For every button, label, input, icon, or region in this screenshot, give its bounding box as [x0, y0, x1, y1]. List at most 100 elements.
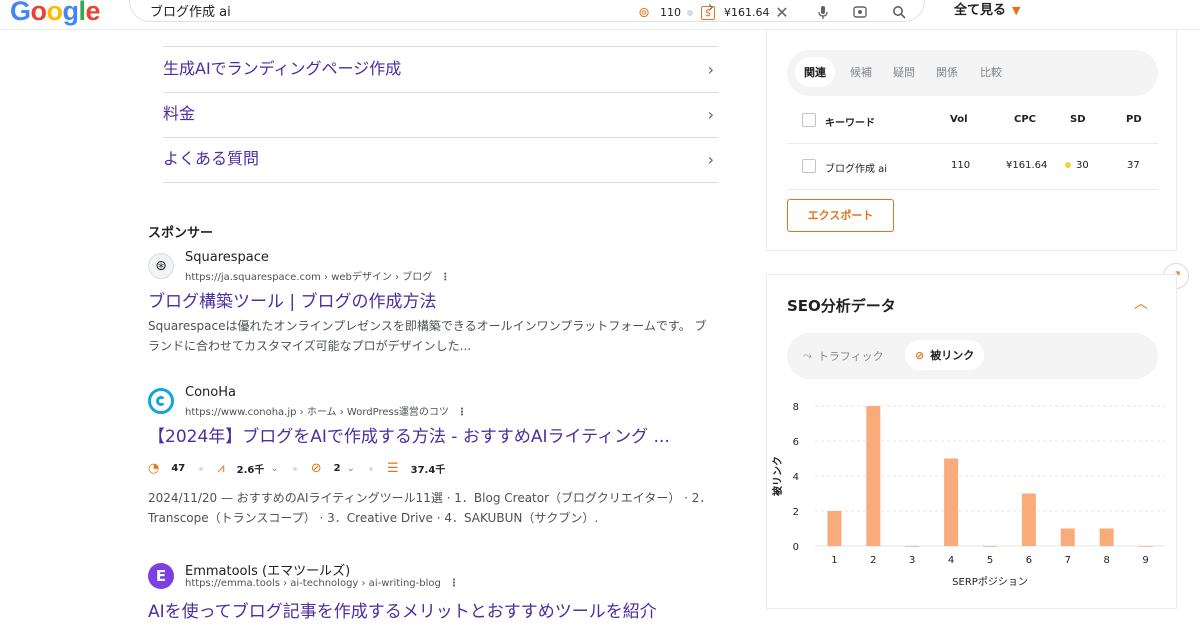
result-title[interactable]: AIを使ってブログ記事を作成するメリットとおすすめツールを紹介	[148, 597, 657, 622]
metric-words: 37.4千	[410, 465, 446, 476]
result-url[interactable]: https://emma.tools › ai-technology › ai-…	[185, 578, 459, 589]
tab-backlinks[interactable]: ⊘ 被リンク	[905, 340, 985, 370]
x-tick-label: 1	[831, 555, 837, 566]
y-tick-label: 8	[793, 402, 799, 413]
export-button[interactable]: エクスポート	[787, 199, 894, 232]
column-vol[interactable]: Vol	[950, 114, 968, 125]
x-tick-label: 8	[1103, 555, 1109, 566]
clear-icon[interactable]: ✕	[774, 5, 790, 21]
bar	[1138, 546, 1153, 547]
x-tick-label: 5	[987, 555, 993, 566]
nav-item-clipped[interactable]: ›	[163, 0, 718, 47]
column-pd[interactable]: PD	[1126, 114, 1142, 125]
result-title[interactable]: 【2024年】ブログをAIで作成する方法 - おすすめAIライティング ...	[148, 422, 670, 447]
tab-relation[interactable]: 関係	[936, 64, 958, 80]
x-tick-label: 3	[909, 555, 915, 566]
result-snippet-line2: ランドに合わせてカスタマイズ可能なプロがデザインした...	[148, 339, 472, 353]
x-tick-label: 9	[1142, 555, 1148, 566]
chevron-right-icon: ›	[707, 105, 714, 124]
trend-chart-icon: ⩘	[217, 461, 225, 476]
keyword-tabs: 関連 候補 疑問 関係 比較	[787, 50, 1158, 96]
metric-links: 2	[333, 463, 341, 474]
nav-item-lp[interactable]: 生成AIでランディングページ作成 ›	[163, 47, 718, 93]
column-keyword[interactable]: キーワード	[825, 114, 875, 129]
metric-traffic: 2.6千	[236, 465, 265, 476]
keyword-panel: 関連 候補 疑問 関係 比較 キーワード Vol CPC SD PD ブログ作成…	[766, 30, 1177, 251]
traffic-icon: ⤳	[803, 349, 812, 362]
bar	[1021, 493, 1036, 546]
y-axis-label: 被リンク	[771, 456, 784, 496]
text-lines-icon: ☰	[386, 461, 399, 476]
row-cpc: ¥161.64	[1006, 160, 1048, 171]
result-site: Squarespace	[185, 250, 269, 265]
difficulty-dot-icon	[1065, 162, 1071, 168]
row-pd: 37	[1127, 160, 1140, 171]
chevron-up-icon[interactable]: ︿	[1134, 293, 1148, 313]
metric-da: 47	[171, 463, 186, 474]
sponsor-label: スポンサー	[148, 226, 214, 241]
more-icon[interactable]: ⋮	[440, 272, 450, 283]
nav-item-label: 生成AIでランディングページ作成	[163, 59, 402, 78]
y-tick-label: 6	[793, 437, 799, 448]
tab-traffic[interactable]: ⤳ トラフィック	[803, 348, 884, 364]
more-icon[interactable]: ⋮	[457, 407, 467, 418]
result-snippet-line2: Transcope（トランスコープ） · 3．Creative Drive · …	[148, 511, 599, 525]
select-all-checkbox[interactable]	[802, 113, 816, 127]
result-snippet-line1: Squarespaceは優れたオンラインプレゼンスを即構築できるオールインワンプ…	[148, 319, 707, 333]
squarespace-icon: ⊛	[148, 253, 174, 279]
seo-tabs: ⤳ トラフィック ⊘ 被リンク	[787, 333, 1158, 379]
column-cpc[interactable]: CPC	[1014, 114, 1036, 125]
row-keyword[interactable]: ブログ作成 ai	[825, 160, 887, 175]
lens-icon[interactable]	[852, 5, 868, 21]
bar	[1060, 528, 1075, 546]
y-tick-label: 2	[793, 507, 799, 518]
y-tick-label: 4	[793, 472, 799, 483]
nav-item-label: 料金	[163, 104, 196, 123]
column-sd[interactable]: SD	[1070, 114, 1086, 125]
search-icon[interactable]	[891, 5, 907, 21]
tab-related[interactable]: 関連	[795, 57, 835, 87]
bar	[944, 458, 959, 546]
seo-panel: SEO分析データ ︿ ⤳ トラフィック ⊘ 被リンク 02468123456789S…	[766, 274, 1177, 609]
backlinks-chart: 0 2 4 6 8 1 2 3 4 5 6 7 8 9 SERPポジション 被リンク	[771, 402, 1165, 588]
result-site: ConoHa	[185, 385, 236, 400]
conoha-icon	[148, 388, 174, 414]
y-tick-label: 0	[793, 542, 799, 553]
x-tick-label: 7	[1065, 555, 1071, 566]
result-site: Emmatools (エマツールズ)	[185, 564, 351, 579]
tab-questions[interactable]: 疑問	[893, 64, 915, 80]
row-checkbox[interactable]	[802, 159, 816, 173]
result-url[interactable]: https://ja.squarespace.com › webデザイン › ブ…	[185, 268, 450, 283]
all-view-button[interactable]: 全て見る ▼	[954, 0, 1020, 18]
nav-item-pricing[interactable]: 料金 ›	[163, 92, 718, 138]
tab-compare[interactable]: 比較	[980, 64, 1002, 80]
gauge-icon: ◔	[148, 461, 160, 476]
chevron-down-icon[interactable]: ⌄	[270, 463, 278, 474]
nav-item-label: よくある質問	[163, 149, 260, 168]
emmatools-icon: E	[148, 563, 174, 589]
bar	[1099, 528, 1114, 546]
chevron-right-icon: ›	[707, 0, 714, 16]
result-metrics: ◔ 47 ⩘ 2.6千 ⌄ ⊘ 2 ⌄ ☰ 37.4千	[148, 461, 459, 476]
mic-icon[interactable]	[815, 5, 831, 21]
x-tick-label: 6	[1026, 555, 1032, 566]
seo-panel-title: SEO分析データ	[787, 297, 896, 315]
result-snippet-line1: 2024/11/20 — おすすめのAIライティングツール11選 · 1．Blo…	[148, 491, 712, 505]
row-vol: 110	[951, 160, 971, 171]
chevron-down-icon[interactable]: ⌄	[347, 463, 355, 474]
link-icon: ⊘	[915, 348, 925, 362]
chevron-right-icon: ›	[707, 150, 714, 169]
bar	[866, 406, 881, 546]
tab-suggest[interactable]: 候補	[850, 64, 872, 80]
x-tick-label: 4	[948, 555, 954, 566]
x-tick-label: 2	[870, 555, 876, 566]
google-logo[interactable]: Google	[10, 0, 101, 28]
link-icon: ⊘	[310, 461, 322, 476]
result-url[interactable]: https://www.conoha.jp › ホーム › WordPress運…	[185, 403, 467, 418]
more-icon[interactable]: ⋮	[449, 578, 459, 589]
result-title[interactable]: ブログ構築ツール | ブログの作成方法	[148, 287, 437, 312]
chevron-down-icon: ▼	[1012, 4, 1021, 17]
cpc-value: ¥161.64	[724, 6, 770, 19]
nav-item-faq[interactable]: よくある質問 ›	[163, 137, 718, 183]
row-sd: 30	[1065, 160, 1089, 171]
